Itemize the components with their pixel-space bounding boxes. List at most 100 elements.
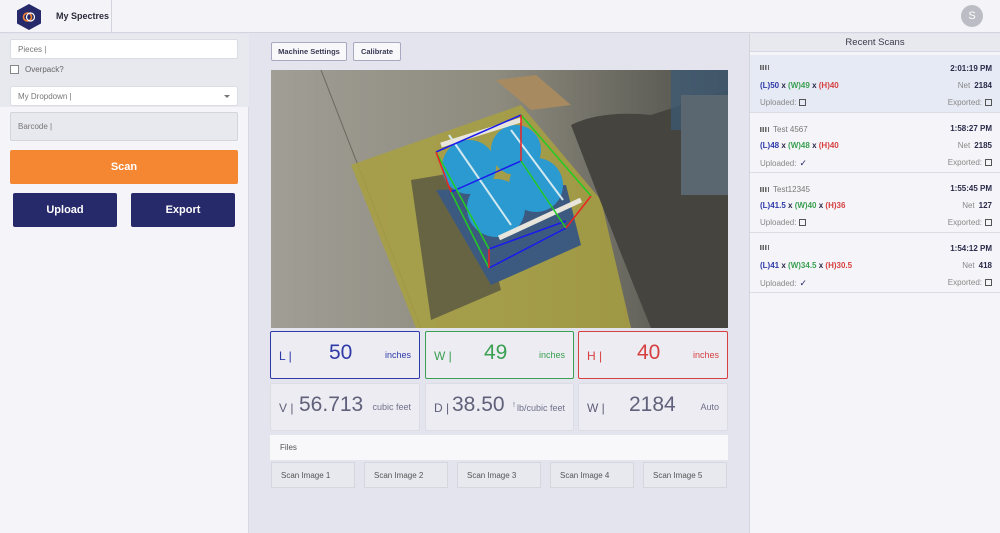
dim-separator: x (818, 201, 824, 210)
exported-status: Exported: (948, 218, 992, 227)
unchecked-box-icon (799, 219, 807, 226)
export-button[interactable]: Export (131, 193, 235, 227)
uploaded-status: Uploaded: (760, 98, 807, 107)
dim-separator: x (788, 201, 793, 210)
scan-image-4-button[interactable]: Scan Image 4 (550, 462, 634, 488)
machine-settings-button[interactable]: Machine Settings (271, 42, 347, 61)
scan-barcode: Test 4567 (773, 125, 808, 134)
unchecked-box-icon (985, 219, 992, 226)
scan-net: Net 418 (962, 261, 992, 270)
recent-scans-title: Recent Scans (750, 34, 1000, 52)
unchecked-box-icon (985, 279, 992, 286)
calibrate-button[interactable]: Calibrate (353, 42, 401, 61)
density-unit: ! lb/cubic feet (513, 402, 565, 413)
uploaded-status: Uploaded: (760, 218, 807, 227)
scan-height: (H)36 (825, 201, 846, 210)
pieces-input[interactable]: Pieces | (10, 39, 238, 59)
scan-button[interactable]: Scan (10, 150, 238, 184)
scan-width: (W)48 (788, 141, 810, 150)
barcode-icon (760, 127, 769, 132)
exported-status: Exported: (948, 278, 992, 287)
width-label: W | (434, 349, 452, 363)
density-label: D | (434, 401, 450, 415)
app-tab[interactable]: My Spectres (0, 0, 112, 33)
user-avatar[interactable]: S (961, 5, 983, 27)
upload-button[interactable]: Upload (13, 193, 117, 227)
scan-photo-illustration (271, 70, 728, 328)
net-label: Net (957, 81, 971, 90)
caret-down-icon (224, 95, 230, 98)
volume-metric: V | 56.713 cubic feet (270, 383, 420, 431)
scan-time: 1:54:12 PM (950, 244, 992, 253)
height-label: H | (587, 349, 603, 363)
dim-separator: x (812, 81, 817, 90)
exported-label: Exported: (947, 98, 982, 107)
density-metric: D | 38.50 ! lb/cubic feet (425, 383, 574, 431)
uploaded-status: Uploaded: ✓ (760, 278, 807, 289)
scan-length: (L)41.5 (760, 201, 786, 210)
overpack-checkbox[interactable] (10, 65, 19, 74)
scan-image-3-button[interactable]: Scan Image 3 (457, 462, 541, 488)
scan-time: 1:55:45 PM (950, 184, 992, 193)
center-panel: Machine Settings Calibrate L | 50 inches… (250, 34, 748, 533)
net-label: Net (957, 141, 971, 150)
uploaded-label: Uploaded: (760, 279, 797, 288)
exported-status: Exported: (948, 158, 992, 167)
scan-dimensions: (L)48 x (W)48 x (H)40 (760, 141, 839, 150)
barcode-input[interactable]: Barcode | (10, 112, 238, 141)
exported-label: Exported: (947, 278, 982, 287)
weight-value: 2184 (629, 393, 676, 416)
scan-image-2-button[interactable]: Scan Image 2 (364, 462, 448, 488)
exported-label: Exported: (947, 158, 982, 167)
recent-scan-item[interactable]: Test 4567 1:58:27 PM (L)48 x (W)48 x (H)… (750, 115, 1000, 173)
scan-height: (H)40 (818, 81, 839, 90)
height-unit: inches (692, 350, 719, 360)
scan-photo (271, 70, 728, 328)
scan-width: (W)40 (794, 201, 817, 210)
form-area: Pieces | Overpack? My Dropdown | (0, 34, 249, 107)
scan-height: (H)40 (818, 141, 839, 150)
uploaded-label: Uploaded: (760, 98, 797, 107)
scan-time: 2:01:19 PM (950, 64, 992, 73)
scan-dimensions: (L)50 x (W)49 x (H)40 (760, 81, 839, 90)
dim-separator: x (781, 81, 786, 90)
net-value: 418 (978, 261, 992, 270)
scan-time: 1:58:27 PM (950, 124, 992, 133)
recent-scans-panel: Recent Scans 2:01:19 PM (L)50 x (W)49 x … (749, 34, 1000, 533)
scan-image-1-button[interactable]: Scan Image 1 (271, 462, 355, 488)
density-unit-text: lb/cubic feet (516, 403, 565, 413)
my-dropdown[interactable]: My Dropdown | (10, 86, 238, 106)
dim-separator: x (812, 141, 817, 150)
scan-dimensions: (L)41.5 x (W)40 x (H)36 (760, 201, 845, 210)
width-value: 49 (484, 341, 508, 364)
exported-label: Exported: (947, 218, 982, 227)
scan-net: Net 127 (962, 201, 992, 210)
dim-separator: x (781, 261, 786, 270)
dim-separator: x (818, 261, 824, 270)
net-label: Net (962, 201, 975, 210)
recent-scan-item[interactable]: 1:54:12 PM (L)41 x (W)34.5 x (H)30.5 Net… (750, 235, 1000, 293)
recent-scan-item[interactable]: Test12345 1:55:45 PM (L)41.5 x (W)40 x (… (750, 175, 1000, 233)
width-metric: W | 49 inches (425, 331, 574, 379)
scan-image-5-button[interactable]: Scan Image 5 (643, 462, 727, 488)
height-value: 40 (637, 341, 661, 364)
dim-separator: x (781, 141, 786, 150)
app-title: My Spectres (56, 11, 110, 21)
barcode-icon (760, 65, 769, 70)
uploaded-label: Uploaded: (760, 218, 797, 227)
scan-width: (W)34.5 (788, 261, 817, 270)
files-header: Files (270, 435, 728, 460)
length-metric: L | 50 inches (270, 331, 420, 379)
volume-label: V | (279, 401, 294, 415)
volume-unit: cubic feet (372, 402, 411, 412)
barcode-icon (760, 245, 769, 250)
recent-scan-item[interactable]: 2:01:19 PM (L)50 x (W)49 x (H)40 Net 2184… (750, 55, 1000, 113)
width-unit: inches (538, 350, 565, 360)
density-warning-marker: ! (513, 402, 515, 409)
length-value: 50 (329, 341, 353, 364)
overpack-checkbox-row[interactable]: Overpack? (10, 65, 64, 74)
app-logo-icon (17, 4, 41, 30)
scan-length: (L)41 (760, 261, 780, 270)
uploaded-label: Uploaded: (760, 159, 797, 168)
unchecked-box-icon (799, 99, 807, 106)
